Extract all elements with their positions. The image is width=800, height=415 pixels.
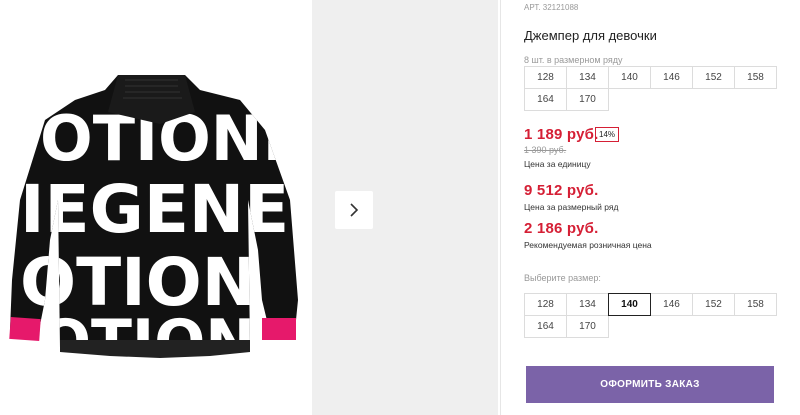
pack-size-grid: 128 134 140 146 152 158 164 170 (524, 66, 777, 111)
size-option[interactable]: 134 (566, 293, 609, 316)
retail-price: 2 186 руб. (524, 220, 599, 237)
unit-price: 1 189 руб. (524, 126, 599, 143)
size-selector: 128 134 140 146 152 158 164 170 (524, 293, 777, 338)
pack-price: 9 512 руб. (524, 182, 599, 199)
size-select-label: Выберите размер: (524, 273, 601, 283)
svg-text:IEGENE: IEGENE (20, 171, 289, 248)
sweater-image: OTIONI IEGENE OTION OTIONI (9, 75, 298, 358)
product-gallery: OTIONI IEGENE OTION OTIONI (0, 0, 500, 415)
size-option[interactable]: 152 (692, 293, 735, 316)
article-number: АРТ. 32121088 (524, 3, 579, 12)
chevron-right-icon (350, 203, 359, 217)
unit-price-caption: Цена за единицу (524, 159, 591, 169)
size-option[interactable]: 158 (734, 293, 777, 316)
pack-price-caption: Цена за размерный ряд (524, 202, 619, 212)
discount-badge: 14% (595, 127, 620, 142)
pack-size-cell: 152 (692, 66, 735, 89)
pack-size-cell: 128 (524, 66, 567, 89)
pack-size-cell: 146 (650, 66, 693, 89)
size-option[interactable]: 164 (524, 315, 567, 338)
pack-size-label: 8 шт. в размерном ряду (524, 55, 623, 65)
pack-size-cell: 134 (566, 66, 609, 89)
pack-size-cell: 164 (524, 88, 567, 111)
place-order-button[interactable]: ОФОРМИТЬ ЗАКАЗ (526, 366, 774, 403)
pack-size-cell: 158 (734, 66, 777, 89)
product-title: Джемпер для девочки (524, 28, 657, 43)
size-option[interactable]: 146 (650, 293, 693, 316)
size-option-selected[interactable]: 140 (608, 293, 651, 316)
product-image[interactable]: OTIONI IEGENE OTION OTIONI (0, 0, 312, 415)
old-price: 1 390 руб. (524, 145, 567, 155)
pack-size-cell: 170 (566, 88, 609, 111)
size-option[interactable]: 128 (524, 293, 567, 316)
next-image-button[interactable] (335, 191, 373, 229)
pack-size-cell: 140 (608, 66, 651, 89)
panel-divider (500, 0, 501, 415)
size-option[interactable]: 170 (566, 315, 609, 338)
retail-price-caption: Рекомендуемая розничная цена (524, 240, 652, 250)
